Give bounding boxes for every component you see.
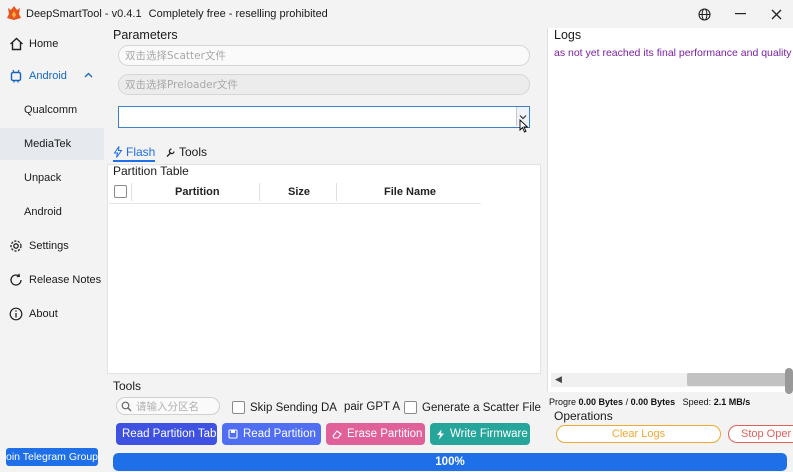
sidebar-item-settings[interactable]: Settings [0,230,104,262]
read-partition-table-button[interactable]: Read Partition Tab [116,423,217,445]
clear-logs-button[interactable]: Clear Logs [556,425,721,443]
tab-tools[interactable]: Tools [165,144,207,160]
erase-partition-label: Erase Partition [347,428,423,440]
eraser-icon [332,430,342,439]
sidebar-item-qualcomm[interactable]: Qualcomm [0,94,104,126]
app-tagline: Completely free - reselling prohibited [148,8,328,20]
speed-label: Speed: [682,397,712,407]
bytes-separator: / [625,397,629,407]
tab-tools-label: Tools [179,145,208,159]
partition-search-input[interactable]: 请输入分区名 [116,397,220,415]
total-bytes: 0.00 Bytes [630,397,676,407]
wrench-icon [166,147,175,157]
progress-label: Progre [549,397,577,407]
app-title: DeepSmartTool - v0.4.1 Completely free -… [26,8,328,20]
scrollbar-thumb[interactable] [687,373,793,386]
scroll-left-icon[interactable]: ◀ [555,374,562,385]
scatter-file-input[interactable]: 双击选择Scatter文件 [118,45,530,66]
tab-flash-label: Flash [126,145,156,159]
partition-table-title: Partition Table [113,164,189,178]
sidebar-item-android-group[interactable]: Android [0,60,104,92]
generate-scatter-label: Generate a Scatter File [422,401,541,414]
sidebar-item-label: Home [29,38,59,50]
write-firmware-button[interactable]: Write Firmware [430,423,530,445]
column-separator [131,183,132,201]
column-separator [259,183,260,201]
join-telegram-button[interactable]: oin Telegram Group [6,448,98,466]
repair-gpt-label: pair GPT A [344,401,401,413]
android-icon [8,68,24,84]
search-icon [121,401,132,411]
sidebar-item-label: About [29,308,58,320]
sidebar-item-label: Unpack [24,172,62,184]
write-firmware-label: Write Firmware [450,428,528,440]
generate-scatter-option[interactable]: Generate a Scatter File [404,401,541,414]
tab-active-indicator [113,160,155,162]
speed-value: 2.1 MB/s [713,397,751,407]
gear-icon [8,238,24,254]
globe-icon[interactable] [686,0,722,28]
column-header-file-name[interactable]: File Name [384,186,436,198]
da-file-combobox[interactable] [118,106,530,128]
lightning-icon [437,429,444,439]
chevron-up-icon[interactable] [84,70,93,81]
tools-title: Tools [113,379,142,393]
select-all-checkbox[interactable] [114,185,127,198]
sidebar-item-label: Android [24,206,62,218]
minimize-button[interactable] [722,0,758,28]
sidebar-item-about[interactable]: About [0,298,104,330]
lightning-icon [113,146,123,158]
title-bar: DeepSmartTool - v0.4.1 Completely free -… [0,0,793,28]
logs-title: Logs [554,28,582,42]
skip-da-checkbox[interactable] [232,401,245,414]
generate-scatter-checkbox[interactable] [404,401,417,414]
column-header-partition[interactable]: Partition [175,186,220,198]
panel-resize-handle[interactable] [785,368,793,394]
close-button[interactable] [758,0,793,28]
parameters-title: Parameters [113,28,178,42]
save-icon [228,429,238,439]
app-name: DeepSmartTool [26,8,102,20]
refresh-icon [8,272,24,288]
flame-logo-icon [7,6,21,20]
erase-partition-button[interactable]: Erase Partition [326,423,425,445]
tab-flash[interactable]: Flash [113,144,155,160]
read-partition-table-label: Read Partition Tab [122,428,217,440]
read-partition-label: Read Partition [243,428,316,440]
search-placeholder: 请输入分区名 [136,400,199,413]
skip-da-label: Skip Sending DA [250,401,337,414]
column-header-size[interactable]: Size [288,186,310,198]
operations-title: Operations [554,409,613,423]
read-partition-button[interactable]: Read Partition [222,423,321,445]
sidebar-item-label: Qualcomm [24,104,78,116]
sidebar-item-release-notes[interactable]: Release Notes [0,264,104,296]
info-icon [8,306,24,322]
app-version: v0.4.1 [111,8,142,20]
transfer-progress-info: Progre 0.00 Bytes / 0.00 Bytes Speed: 2.… [549,397,750,407]
home-icon [8,36,24,52]
sidebar-item-label: Settings [29,240,69,252]
transferred-bytes: 0.00 Bytes [578,397,624,407]
sidebar: Home Android Qualcomm MediaTek Unpack An… [0,28,104,472]
sidebar-item-label: Android [29,70,67,82]
mouse-cursor-icon [519,119,529,133]
sidebar-item-mediatek[interactable]: MediaTek [0,128,104,160]
sidebar-item-home[interactable]: Home [0,28,104,60]
repair-gpt-option[interactable]: pair GPT A [344,401,400,413]
progress-percent: 100% [435,456,465,468]
stop-operation-button[interactable]: Stop Oper [728,425,793,443]
sidebar-item-unpack[interactable]: Unpack [0,162,104,194]
preloader-file-input[interactable]: 双击选择Preloader文件 [118,74,530,95]
sidebar-item-android[interactable]: Android [0,196,104,228]
partition-table-header: Partition Size File Name [109,180,481,204]
overall-progress-bar: 100% [113,453,787,471]
log-line: as not yet reached its final performance… [554,47,792,59]
column-separator [336,183,337,201]
sidebar-item-label: MediaTek [24,138,72,150]
logs-panel [547,28,793,392]
skip-da-option[interactable]: Skip Sending DA [232,401,337,414]
sidebar-item-label: Release Notes [29,274,102,286]
